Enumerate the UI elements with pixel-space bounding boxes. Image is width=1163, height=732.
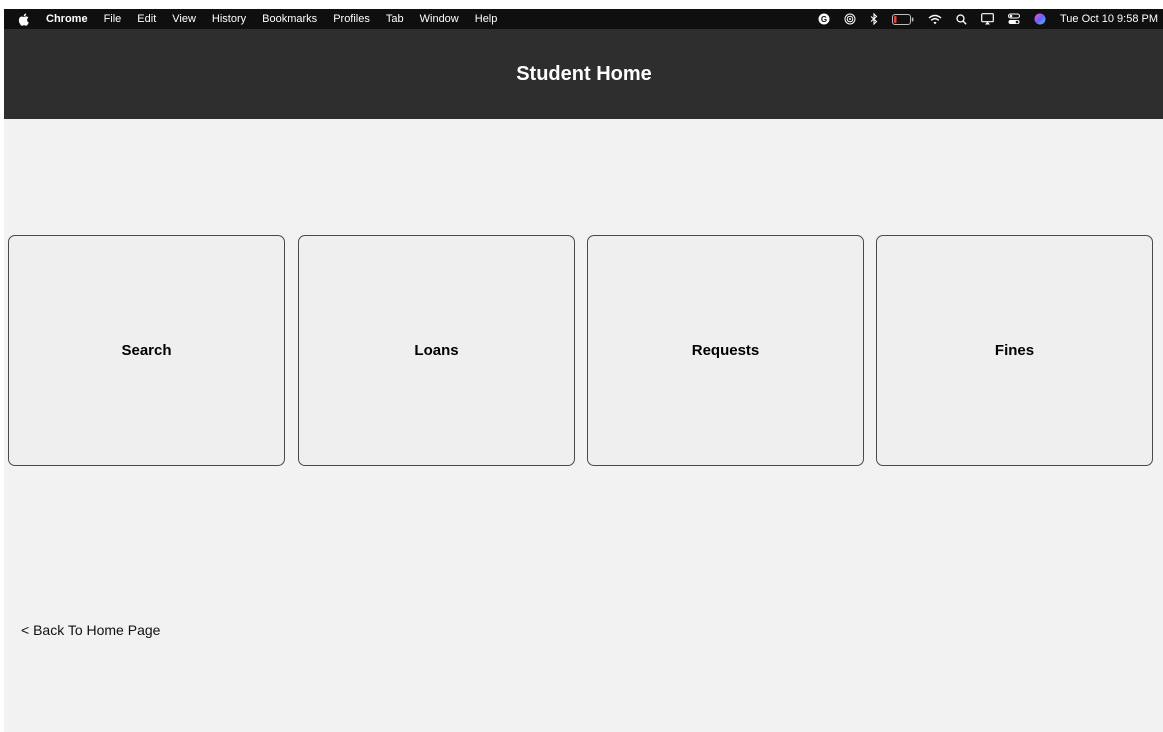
wifi-icon[interactable] [928,14,942,25]
requests-card-label: Requests [691,342,760,359]
menu-bar-status: G Tue Oct 10 9:58 PM [804,9,1158,29]
loans-card-label: Loans [414,342,459,359]
back-to-home-link[interactable]: < Back To Home Page [21,622,160,638]
fines-card-button[interactable]: Fines [876,235,1153,466]
svg-text:G: G [821,15,827,24]
requests-card-button[interactable]: Requests [587,235,864,466]
bluetooth-icon[interactable] [870,13,878,25]
menu-history[interactable]: History [212,13,246,25]
menu-file[interactable]: File [104,13,122,25]
menu-window[interactable]: Window [420,13,459,25]
search-card-button[interactable]: Search [8,235,285,466]
control-center-icon[interactable] [1007,13,1020,25]
loans-card-button[interactable]: Loans [298,235,575,466]
page-header: Student Home [4,29,1163,119]
menu-app-name[interactable]: Chrome [46,13,88,25]
airdrop-icon[interactable] [844,13,856,25]
menu-bookmarks[interactable]: Bookmarks [262,13,317,25]
grammarly-icon[interactable]: G [818,13,830,25]
fines-card-label: Fines [994,342,1035,359]
menu-help[interactable]: Help [475,13,498,25]
page-title: Student Home [516,62,652,85]
menu-edit[interactable]: Edit [137,13,156,25]
menu-tab[interactable]: Tab [386,13,404,25]
apple-icon[interactable] [18,13,32,26]
macos-menu-bar: Chrome File Edit View History Bookmarks … [4,9,1163,29]
menu-view[interactable]: View [172,13,196,25]
battery-icon[interactable] [891,13,914,25]
screen-mirroring-icon[interactable] [981,13,994,25]
menu-bar-left: Chrome File Edit View History Bookmarks … [4,9,513,29]
menu-bar-clock[interactable]: Tue Oct 10 9:58 PM [1060,13,1158,25]
siri-icon[interactable] [1034,13,1046,25]
browser-screen: Chrome File Edit View History Bookmarks … [4,9,1163,732]
search-card-label: Search [121,342,172,359]
spotlight-search-icon[interactable] [956,13,967,25]
menu-profiles[interactable]: Profiles [333,13,370,25]
